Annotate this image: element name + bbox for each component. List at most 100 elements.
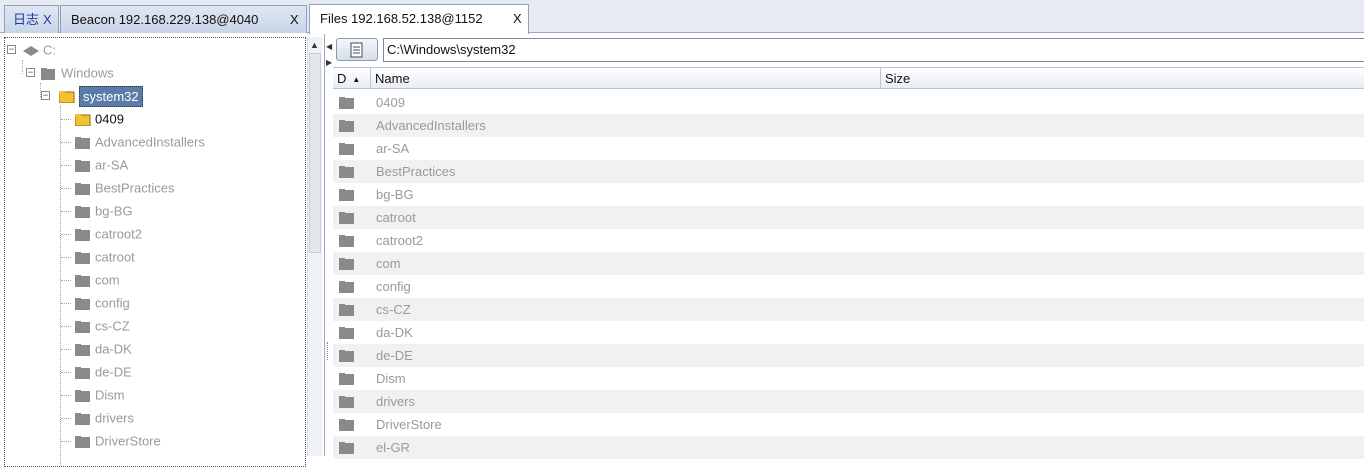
tree-guide-line bbox=[61, 395, 71, 396]
folder-icon bbox=[75, 136, 90, 149]
file-name-cell: bg-BG bbox=[376, 187, 414, 202]
scroll-up-arrow-icon[interactable]: ▲ bbox=[310, 40, 319, 50]
tree-item-label: drivers bbox=[95, 410, 135, 426]
path-input[interactable]: C:\Windows\system32 bbox=[383, 38, 1364, 62]
file-name-cell: Dism bbox=[376, 371, 406, 386]
tree-item-label: de-DE bbox=[95, 364, 132, 380]
directory-tree[interactable]: − C: − Windows − system32 0409 AdvancedIn… bbox=[4, 37, 306, 467]
table-row[interactable]: drivers bbox=[333, 390, 1364, 413]
column-header-d[interactable]: D ▲ bbox=[333, 68, 371, 88]
tree-item-label: Windows bbox=[61, 65, 114, 81]
table-row[interactable]: catroot2 bbox=[333, 229, 1364, 252]
tab-log[interactable]: 日志 X bbox=[4, 5, 59, 33]
splitter-grip[interactable] bbox=[327, 342, 330, 360]
folder-icon bbox=[75, 159, 90, 172]
column-header-size[interactable]: Size bbox=[881, 68, 1364, 88]
tree-item-windows[interactable]: Windows bbox=[41, 62, 114, 84]
folder-icon bbox=[75, 435, 90, 448]
tree-item[interactable]: catroot bbox=[75, 246, 135, 268]
tab-beacon-close-button[interactable]: X bbox=[290, 6, 299, 33]
file-name-cell: DriverStore bbox=[376, 417, 442, 432]
tree-guide-line bbox=[61, 188, 71, 189]
folder-icon bbox=[339, 442, 354, 454]
table-row[interactable]: com bbox=[333, 252, 1364, 275]
file-name-cell: catroot bbox=[376, 210, 416, 225]
folder-icon bbox=[339, 396, 354, 408]
collapse-left-arrow-icon[interactable]: ◀ bbox=[326, 42, 332, 51]
tree-item-drive-c[interactable]: C: bbox=[23, 39, 56, 61]
file-name-cell: cs-CZ bbox=[376, 302, 411, 317]
tree-vertical-scrollbar[interactable]: ▲ bbox=[307, 37, 322, 456]
tree-item[interactable]: config bbox=[75, 292, 130, 314]
file-name-cell: drivers bbox=[376, 394, 416, 409]
tree-item[interactable]: drivers bbox=[75, 407, 134, 429]
folder-icon bbox=[75, 389, 90, 402]
folder-icon bbox=[339, 258, 354, 270]
tree-item-label: C: bbox=[43, 42, 56, 58]
folder-icon bbox=[75, 297, 90, 310]
file-browser-pane: C:\Windows\system32 D ▲ Name Size 0409 Adv… bbox=[333, 34, 1364, 459]
folder-icon bbox=[75, 274, 90, 287]
tree-item[interactable]: da-DK bbox=[75, 338, 132, 360]
column-header-label: D bbox=[337, 71, 347, 86]
tree-guide-line bbox=[61, 372, 71, 373]
tree-item[interactable]: catroot2 bbox=[75, 223, 142, 245]
table-row[interactable]: cs-CZ bbox=[333, 298, 1364, 321]
table-row[interactable]: DriverStore bbox=[333, 413, 1364, 436]
tree-item[interactable]: de-DE bbox=[75, 361, 132, 383]
collapse-right-arrow-icon[interactable]: ▶ bbox=[326, 58, 332, 67]
upload-button[interactable] bbox=[336, 38, 378, 61]
tab-log-close-button[interactable]: X bbox=[43, 6, 52, 33]
tab-files[interactable]: Files 192.168.52.138@1152 X bbox=[309, 4, 529, 34]
table-row[interactable]: BestPractices bbox=[333, 160, 1364, 183]
tree-item-label: AdvancedInstallers bbox=[95, 134, 205, 150]
tree-item-label: system32 bbox=[79, 85, 143, 107]
file-name-cell: config bbox=[376, 279, 411, 294]
tree-item-label: catroot2 bbox=[95, 226, 142, 242]
tree-item[interactable]: cs-CZ bbox=[75, 315, 130, 337]
table-row[interactable]: bg-BG bbox=[333, 183, 1364, 206]
tree-guide-line bbox=[61, 280, 71, 281]
folder-icon bbox=[339, 281, 354, 293]
table-row[interactable]: catroot bbox=[333, 206, 1364, 229]
tree-item[interactable]: 0409 bbox=[75, 108, 124, 130]
tree-item[interactable]: Dism bbox=[75, 384, 125, 406]
tree-item[interactable]: AdvancedInstallers bbox=[75, 131, 205, 153]
folder-icon bbox=[339, 419, 354, 431]
tree-item[interactable]: ar-SA bbox=[75, 154, 128, 176]
tree-guide-line bbox=[61, 441, 71, 442]
folder-icon bbox=[75, 182, 90, 195]
tree-guide-line bbox=[60, 106, 61, 466]
tab-beacon-label: Beacon 192.168.229.138@4040 bbox=[71, 12, 259, 27]
table-row[interactable]: config bbox=[333, 275, 1364, 298]
tab-files-close-button[interactable]: X bbox=[513, 5, 522, 32]
tree-item[interactable]: BestPractices bbox=[75, 177, 174, 199]
tree-item-label: config bbox=[95, 295, 130, 311]
tree-guide-line bbox=[61, 119, 71, 120]
table-row[interactable]: de-DE bbox=[333, 344, 1364, 367]
file-name-cell: 0409 bbox=[376, 95, 405, 110]
tree-item-system32[interactable]: system32 bbox=[59, 85, 143, 107]
tree-item[interactable]: DriverStore bbox=[75, 430, 161, 452]
tree-collapse-toggle[interactable]: − bbox=[7, 45, 16, 54]
column-header-name[interactable]: Name bbox=[371, 68, 881, 88]
tree-item[interactable]: com bbox=[75, 269, 120, 291]
file-name-cell: AdvancedInstallers bbox=[376, 118, 486, 133]
table-row[interactable]: 0409 bbox=[333, 91, 1364, 114]
scrollbar-thumb[interactable] bbox=[309, 53, 321, 253]
table-row[interactable]: AdvancedInstallers bbox=[333, 114, 1364, 137]
tree-item-label: da-DK bbox=[95, 341, 132, 357]
tree-guide-line bbox=[61, 326, 71, 327]
folder-icon bbox=[339, 120, 354, 132]
table-row[interactable]: Dism bbox=[333, 367, 1364, 390]
tree-collapse-toggle[interactable]: − bbox=[41, 91, 50, 100]
tab-beacon[interactable]: Beacon 192.168.229.138@4040 X bbox=[60, 5, 307, 33]
folder-icon bbox=[75, 205, 90, 218]
table-row[interactable]: da-DK bbox=[333, 321, 1364, 344]
folder-icon bbox=[339, 350, 354, 362]
folder-icon bbox=[339, 304, 354, 316]
table-row[interactable]: ar-SA bbox=[333, 137, 1364, 160]
tree-item[interactable]: bg-BG bbox=[75, 200, 133, 222]
tree-collapse-toggle[interactable]: − bbox=[26, 68, 35, 77]
drive-icon bbox=[23, 45, 39, 56]
